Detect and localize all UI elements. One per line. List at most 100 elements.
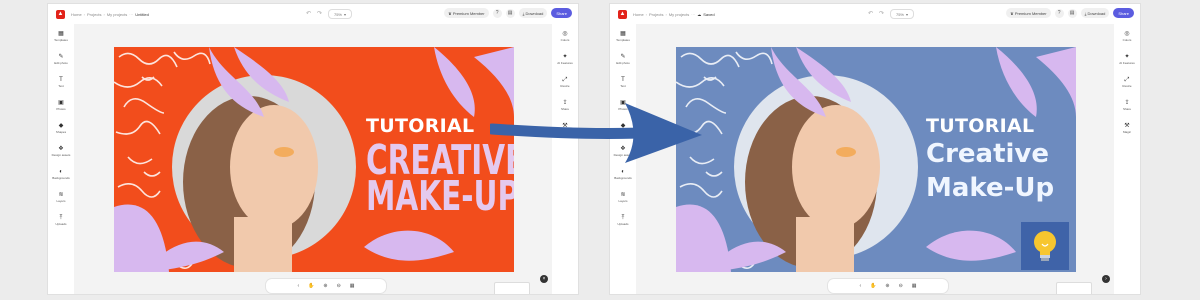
zoom-fit-icon[interactable]: ⊕ bbox=[885, 283, 889, 289]
breadcrumb-home[interactable]: Home bbox=[633, 12, 644, 17]
download-button[interactable]: ⤓ Download bbox=[1080, 8, 1110, 18]
premium-button[interactable]: ♛ Premium Member bbox=[1006, 8, 1051, 18]
tool-templates[interactable]: ▦ Templates bbox=[49, 26, 73, 46]
hand-icon[interactable]: ✋ bbox=[870, 283, 876, 289]
breadcrumb: Home › Projects › My projects ··· Untitl… bbox=[71, 12, 149, 17]
headline-text-group[interactable]: TUTORIAL Creative Make-Up bbox=[926, 115, 1071, 205]
comment-icon[interactable]: ▤ bbox=[1067, 8, 1077, 18]
chevron-right-icon[interactable]: › bbox=[1102, 275, 1110, 283]
tool-label: Layers bbox=[56, 198, 66, 203]
tool-backgrounds[interactable]: ◐ Backgrounds bbox=[611, 164, 635, 184]
transform-arrow bbox=[490, 103, 702, 163]
tool-label: Resize bbox=[560, 83, 570, 88]
breadcrumb-separator: › bbox=[645, 11, 648, 17]
breadcrumb-my-projects[interactable]: My projects bbox=[669, 12, 689, 17]
breadcrumb-my-projects[interactable]: My projects bbox=[107, 12, 127, 17]
tool-share[interactable]: ⇪ Share bbox=[1115, 95, 1139, 115]
brush-icon: ✎ bbox=[58, 53, 64, 60]
more-icon[interactable]: ··· bbox=[691, 12, 695, 17]
undo-icon[interactable]: ↶ bbox=[868, 10, 873, 17]
adjust-icon: ◎ bbox=[562, 30, 568, 37]
zoom-select[interactable]: 75% ▾ bbox=[328, 9, 352, 19]
tool-templates[interactable]: ▦ Templates bbox=[611, 26, 635, 46]
tool-colors[interactable]: ◎ Colors bbox=[1115, 26, 1139, 46]
tool-shapes[interactable]: ◆ Shapes bbox=[49, 118, 73, 138]
share-button[interactable]: Share bbox=[551, 8, 572, 18]
tool-ai-features[interactable]: ✦ AI Features bbox=[553, 49, 577, 69]
tool-label: Backgrounds bbox=[52, 175, 70, 180]
redo-icon[interactable]: ↷ bbox=[879, 10, 884, 17]
hand-icon[interactable]: ✋ bbox=[308, 283, 314, 289]
chevron-left-icon[interactable]: ‹ bbox=[859, 283, 861, 289]
help-icon[interactable]: ? bbox=[1054, 8, 1064, 18]
top-bar: ▲ Home › Projects › My projects ··· Unti… bbox=[48, 4, 578, 24]
tool-uploads[interactable]: ⤒ Uploads bbox=[611, 210, 635, 230]
grid-icon[interactable]: ▦ bbox=[912, 283, 917, 289]
tool-label: Resize bbox=[1122, 83, 1132, 88]
zoom-value: 75% bbox=[333, 11, 342, 17]
tool-text[interactable]: T Text bbox=[611, 72, 635, 92]
page-thumbnail[interactable] bbox=[494, 282, 530, 294]
design-artboard[interactable]: TUTORIAL CREATIVE MAKE-UP bbox=[114, 47, 514, 272]
chevron-left-icon[interactable]: ‹ bbox=[297, 283, 299, 289]
close-icon[interactable]: × bbox=[540, 275, 548, 283]
tool-magic[interactable]: ⚒ Magic bbox=[1115, 118, 1139, 138]
text-icon: T bbox=[59, 76, 63, 83]
layers-icon: ≋ bbox=[58, 191, 64, 198]
tool-backgrounds[interactable]: ◐ Backgrounds bbox=[49, 164, 73, 184]
tool-design-assets[interactable]: ❖ Design assets bbox=[49, 141, 73, 161]
zoom-select[interactable]: 75% ▾ bbox=[890, 9, 914, 19]
share-label: Share bbox=[556, 10, 567, 16]
more-icon[interactable]: ··· bbox=[129, 12, 133, 17]
tool-layers[interactable]: ≋ Layers bbox=[611, 187, 635, 207]
app-logo[interactable]: ▲ bbox=[618, 9, 627, 19]
tool-edit-photo[interactable]: ✎ Edit photo bbox=[49, 49, 73, 69]
help-icon[interactable]: ? bbox=[492, 8, 502, 18]
zoom-out-icon[interactable]: ⊖ bbox=[899, 283, 903, 289]
neck-shape bbox=[234, 217, 292, 272]
zoom-value: 75% bbox=[895, 11, 904, 17]
tool-colors[interactable]: ◎ Colors bbox=[553, 26, 577, 46]
share-button[interactable]: Share bbox=[1113, 8, 1134, 18]
canvas-area: TUTORIAL CREATIVE MAKE-UP ‹ ✋ ⊕ ⊖ ▦ × bbox=[74, 24, 552, 294]
app-logo[interactable]: ▲ bbox=[56, 9, 65, 19]
undo-icon[interactable]: ↶ bbox=[306, 10, 311, 17]
breadcrumb-projects[interactable]: Projects bbox=[87, 12, 101, 17]
cloud-icon: ☁ bbox=[697, 11, 702, 17]
design-icon: ❖ bbox=[58, 145, 64, 152]
layout-icon: ▦ bbox=[58, 30, 64, 37]
tool-label: Colors bbox=[560, 37, 570, 42]
resize-icon: ⤢ bbox=[562, 76, 568, 83]
history-controls: ↶ ↷ bbox=[868, 10, 884, 17]
tool-edit-photo[interactable]: ✎ Edit photo bbox=[611, 49, 635, 69]
breadcrumb-projects[interactable]: Projects bbox=[649, 12, 663, 17]
download-button[interactable]: ⤓ Download bbox=[518, 8, 548, 18]
file-name[interactable]: Untitled bbox=[135, 12, 149, 17]
premium-button[interactable]: ♛ Premium Member bbox=[444, 8, 489, 18]
headline-line-1: Creative bbox=[926, 139, 1050, 169]
comment-icon[interactable]: ▤ bbox=[505, 8, 515, 18]
design-artboard[interactable]: TUTORIAL Creative Make-Up bbox=[676, 47, 1076, 272]
share-label: Share bbox=[1118, 10, 1129, 16]
zoom-out-icon[interactable]: ⊖ bbox=[337, 283, 341, 289]
tool-label: Text bbox=[58, 83, 64, 88]
tool-text[interactable]: T Text bbox=[49, 72, 73, 92]
tool-uploads[interactable]: ⤒ Uploads bbox=[49, 210, 73, 230]
image-icon: ▣ bbox=[58, 99, 64, 106]
file-name[interactable]: Saved bbox=[703, 12, 714, 17]
tool-ai-features[interactable]: ✦ AI Features bbox=[1115, 49, 1139, 69]
tool-resize[interactable]: ⤢ Resize bbox=[553, 72, 577, 92]
breadcrumb-home[interactable]: Home bbox=[71, 12, 82, 17]
grid-icon[interactable]: ▦ bbox=[350, 283, 355, 289]
layout-icon: ▦ bbox=[620, 30, 626, 37]
premium-label: Premium Member bbox=[452, 10, 485, 16]
page-thumbnail[interactable] bbox=[1056, 282, 1092, 294]
tool-label: Magic bbox=[1122, 129, 1131, 134]
redo-icon[interactable]: ↷ bbox=[317, 10, 322, 17]
download-label: Download bbox=[1087, 10, 1106, 16]
tool-layers[interactable]: ≋ Layers bbox=[49, 187, 73, 207]
zoom-fit-icon[interactable]: ⊕ bbox=[323, 283, 327, 289]
tool-resize[interactable]: ⤢ Resize bbox=[1115, 72, 1139, 92]
tool-photos[interactable]: ▣ Photos bbox=[49, 95, 73, 115]
lightbulb-badge[interactable] bbox=[1021, 222, 1069, 270]
